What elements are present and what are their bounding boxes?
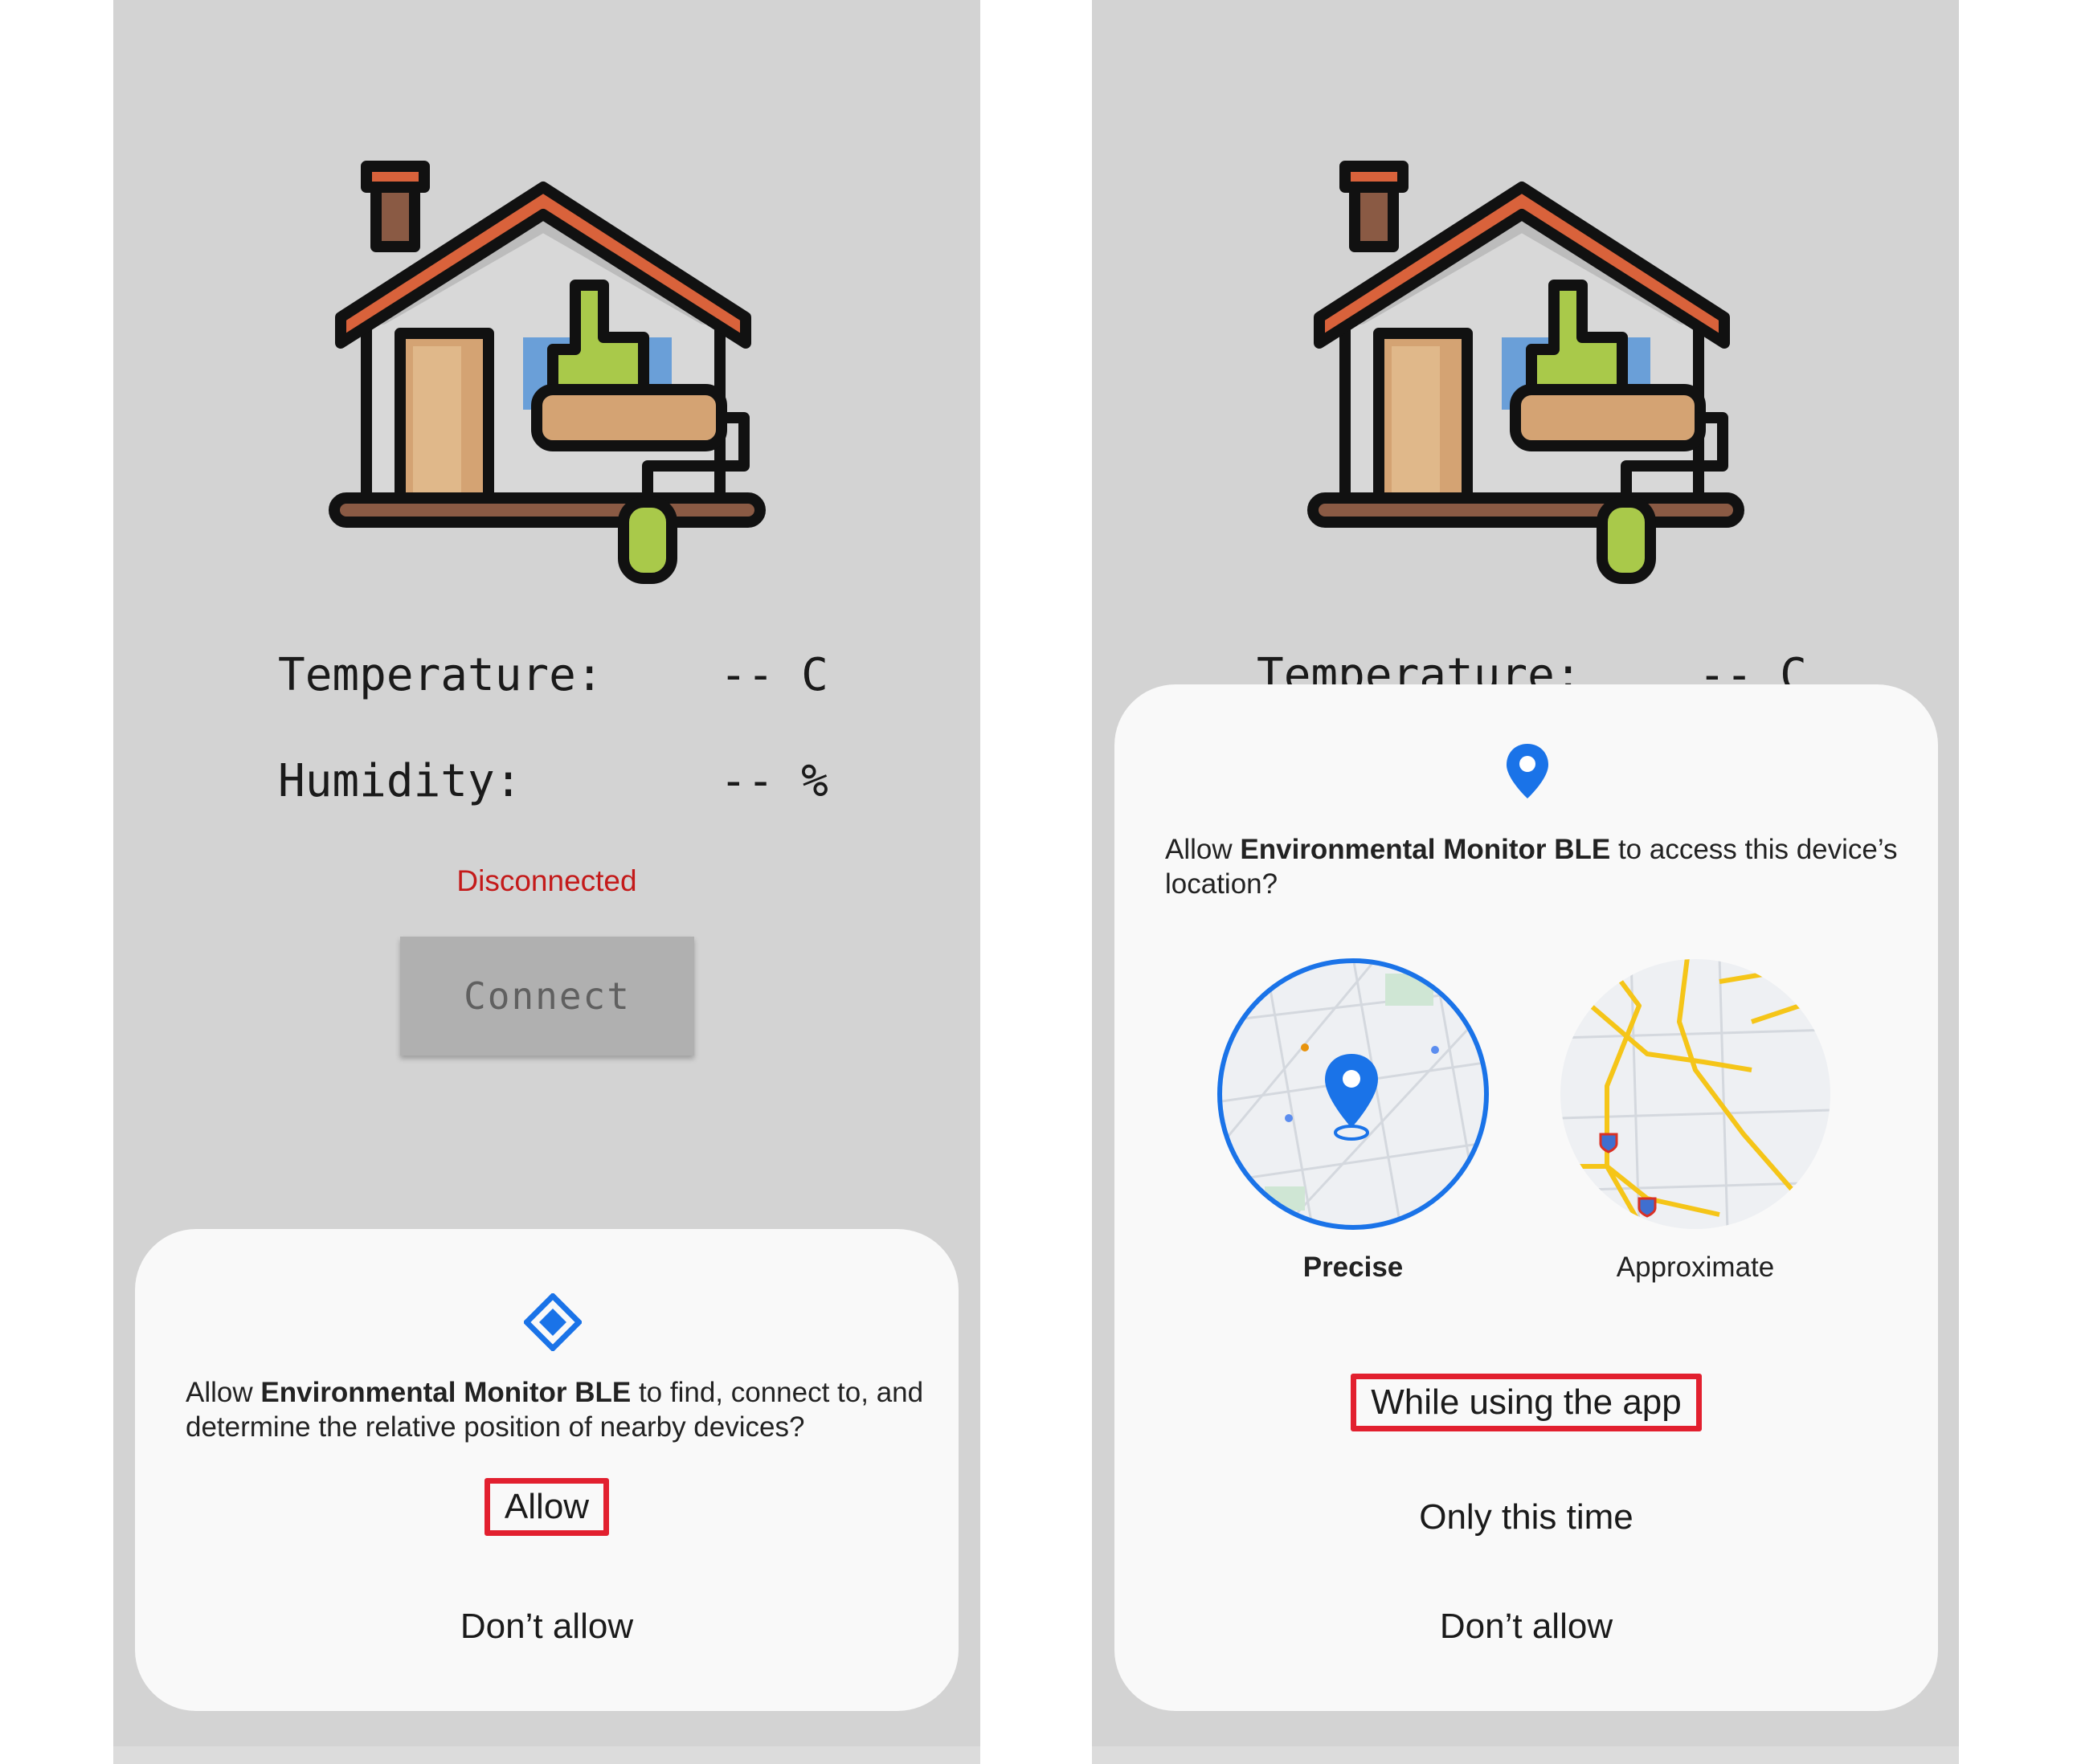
temperature-label: Temperature: [278, 649, 603, 701]
connection-status: Disconnected [456, 864, 637, 897]
navigation-bar [1092, 1746, 1959, 1764]
left-phone-screen: Temperature: -- C Humidity: -- % Disconn… [113, 0, 980, 1764]
house-illustration [1305, 157, 1755, 606]
location-pin-icon [1503, 741, 1552, 806]
allow-action: Allow [135, 1478, 959, 1536]
permission-prompt: Allow Environmental Monitor BLE to acces… [1165, 834, 1898, 900]
approximate-option[interactable]: Approximate [1559, 958, 1832, 1283]
precise-option[interactable]: Precise [1216, 958, 1490, 1283]
navigation-bar [113, 1746, 980, 1764]
humidity-label: Humidity: [278, 755, 522, 807]
right-phone-screen: Temperature: -- C Allow Environmental Mo… [1092, 0, 1959, 1764]
location-permission-dialog: Allow Environmental Monitor BLE to acces… [1114, 684, 1938, 1711]
temperature-value: -- C [720, 649, 828, 701]
nearby-devices-icon [522, 1292, 583, 1355]
approximate-map-icon [1560, 959, 1830, 1229]
precise-label: Precise [1302, 1252, 1404, 1283]
connect-button[interactable]: Connect [400, 937, 694, 1056]
humidity-value: -- % [720, 755, 828, 807]
dont-allow-button[interactable]: Don’t allow [1114, 1607, 1938, 1647]
house-illustration [326, 157, 776, 606]
app-name: Environmental Monitor BLE [1240, 834, 1611, 865]
precise-map-icon [1217, 958, 1489, 1230]
app-name: Environmental Monitor BLE [260, 1377, 632, 1408]
allow-button[interactable]: Allow [484, 1478, 610, 1536]
nearby-devices-permission-dialog: Allow Environmental Monitor BLE to find,… [135, 1229, 959, 1711]
while-using-the-app-button[interactable]: While using the app [1351, 1374, 1702, 1431]
only-this-time-button[interactable]: Only this time [1114, 1497, 1938, 1537]
approximate-label: Approximate [1616, 1252, 1775, 1283]
while-using-action: While using the app [1114, 1374, 1938, 1431]
permission-prompt: Allow Environmental Monitor BLE to find,… [186, 1377, 924, 1443]
dont-allow-button[interactable]: Don’t allow [135, 1607, 959, 1647]
